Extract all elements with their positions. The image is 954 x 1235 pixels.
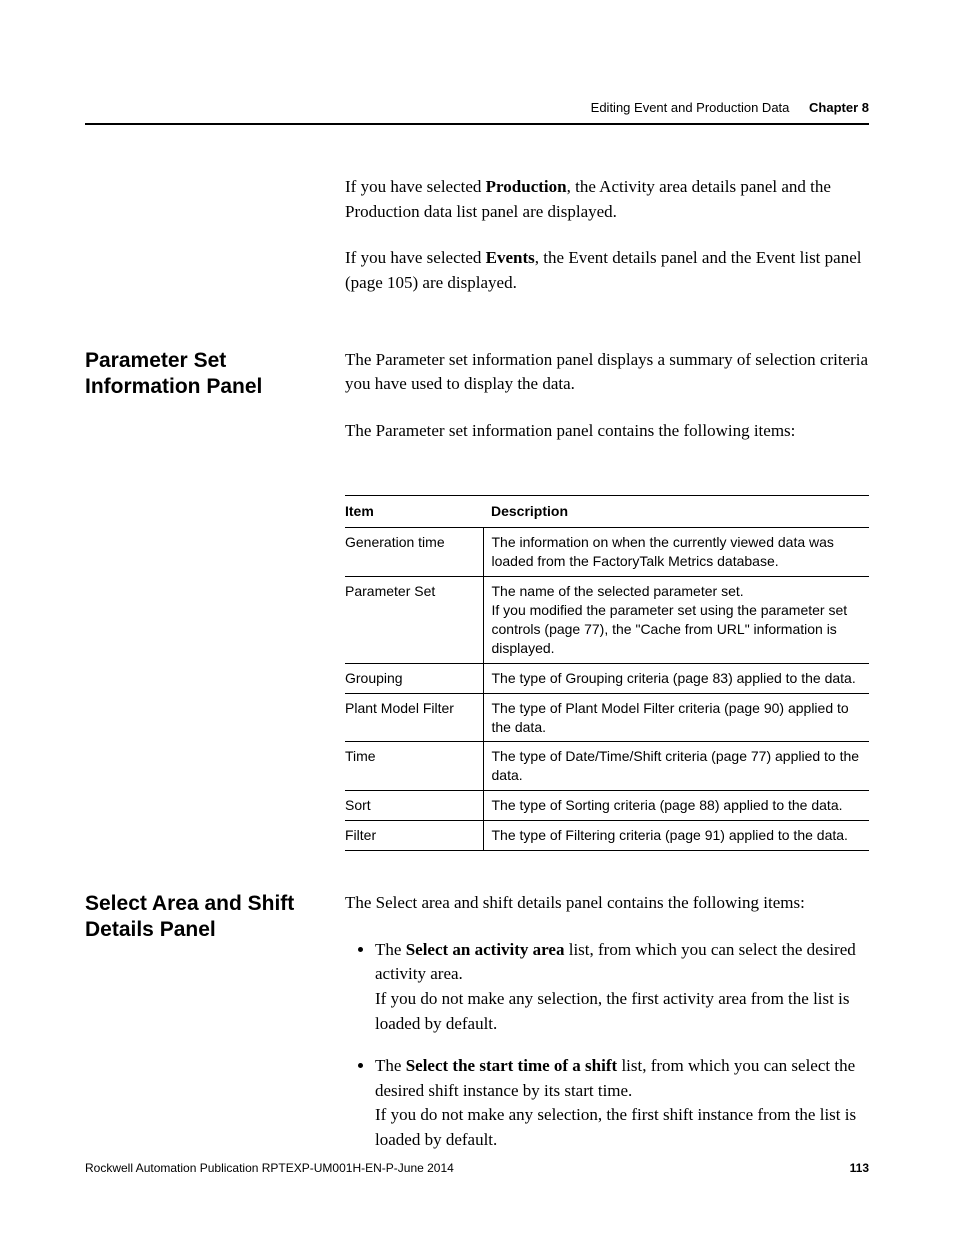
table-row: Grouping The type of Grouping criteria (…	[345, 663, 869, 693]
section-title: Editing Event and Production Data	[591, 100, 790, 115]
table-header-desc: Description	[483, 496, 869, 528]
select-panel-paragraph: The Select area and shift details panel …	[345, 891, 869, 916]
list-item: The Select an activity area list, from w…	[375, 938, 869, 1037]
table-row: Time The type of Date/Time/Shift criteri…	[345, 742, 869, 791]
table-row: Generation time The information on when …	[345, 528, 869, 577]
page-header: Editing Event and Production Data Chapte…	[85, 100, 869, 115]
param-paragraph-2: The Parameter set information panel cont…	[345, 419, 869, 444]
parameter-set-block: Parameter Set Information Panel The Para…	[85, 348, 869, 466]
select-panel-list: The Select an activity area list, from w…	[345, 938, 869, 1153]
table-row: Plant Model Filter The type of Plant Mod…	[345, 693, 869, 742]
header-rule	[85, 123, 869, 125]
page-number: 113	[850, 1161, 869, 1175]
page-footer: Rockwell Automation Publication RPTEXP-U…	[85, 1161, 869, 1175]
intro-paragraph-1: If you have selected Production, the Act…	[345, 175, 869, 224]
table-header-item: Item	[345, 496, 483, 528]
parameter-set-heading: Parameter Set Information Panel	[85, 348, 345, 466]
intro-block: If you have selected Production, the Act…	[85, 175, 869, 318]
select-panel-heading: Select Area and Shift Details Panel	[85, 891, 345, 1171]
list-item: The Select the start time of a shift lis…	[375, 1054, 869, 1153]
param-table: Item Description Generation time The inf…	[345, 495, 869, 850]
intro-paragraph-2: If you have selected Events, the Event d…	[345, 246, 869, 295]
param-table-wrap: Item Description Generation time The inf…	[345, 495, 869, 850]
publication-info: Rockwell Automation Publication RPTEXP-U…	[85, 1161, 454, 1175]
table-row: Parameter Set The name of the selected p…	[345, 577, 869, 664]
table-row: Filter The type of Filtering criteria (p…	[345, 821, 869, 851]
param-paragraph-1: The Parameter set information panel disp…	[345, 348, 869, 397]
select-panel-block: Select Area and Shift Details Panel The …	[85, 891, 869, 1171]
table-row: Sort The type of Sorting criteria (page …	[345, 791, 869, 821]
chapter-label: Chapter 8	[809, 100, 869, 115]
